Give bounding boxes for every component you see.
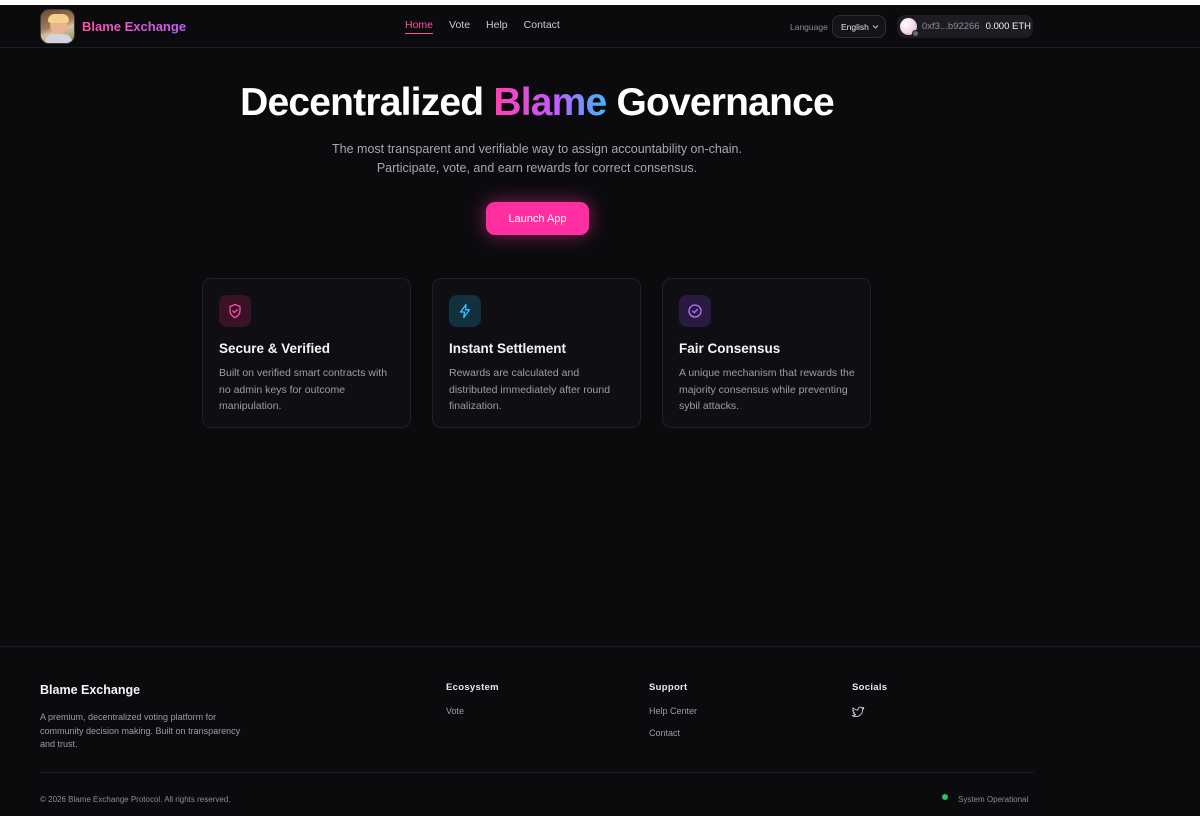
brand-name: Blame Exchange [82, 18, 187, 34]
hero-title-highlight: Blame [493, 81, 607, 124]
language-label: Language [790, 22, 828, 32]
page: Blame Exchange Home Vote Help Contact La… [0, 5, 1200, 816]
wallet-button[interactable]: 0xf3...b92266 0.000 ETH [897, 15, 1033, 38]
brand-logo-link[interactable]: Blame Exchange [40, 8, 186, 44]
nav-link-contact[interactable]: Contact [524, 19, 560, 34]
shield-check-icon [219, 295, 251, 327]
feature-title: Secure & Verified [219, 341, 331, 356]
feature-description: Rewards are calculated and distributed i… [449, 367, 611, 412]
language-select[interactable]: English [832, 15, 886, 38]
hero-title-part: Decentralized [240, 81, 494, 124]
footer-divider [40, 772, 1034, 773]
twitter-icon[interactable] [851, 705, 865, 719]
wallet-address: 0xf3...b92266 [922, 21, 980, 32]
feature-title: Instant Settlement [449, 341, 567, 356]
brand-logo-image [40, 8, 75, 44]
language-selected-value: English [841, 21, 869, 32]
feature-card-consensus: Fair Consensus A unique mechanism that r… [662, 278, 871, 428]
footer-brand: Blame Exchange [40, 683, 141, 697]
footer-heading-socials: Socials [852, 682, 888, 693]
footer-description: A premium, decentralized voting platform… [40, 712, 241, 749]
check-circle-icon [679, 295, 711, 327]
hero-subtitle-line: The most transparent and verifiable way … [332, 142, 742, 156]
footer: Blame Exchange A premium, decentralized … [0, 646, 1200, 816]
footer-heading-ecosystem: Ecosystem [446, 682, 499, 693]
footer-link-help-center[interactable]: Help Center [649, 706, 697, 716]
wallet-avatar-icon [900, 18, 919, 37]
feature-card-settlement: Instant Settlement Rewards are calculate… [432, 278, 641, 428]
system-status-text: System Operational [958, 795, 1029, 804]
launch-app-button[interactable]: Launch App [486, 202, 589, 235]
footer-link-vote[interactable]: Vote [446, 706, 464, 716]
nav-link-home[interactable]: Home [405, 19, 434, 34]
feature-description: A unique mechanism that rewards the majo… [679, 367, 855, 412]
feature-description: Built on verified smart contracts with n… [219, 367, 388, 412]
chevron-down-icon [872, 21, 879, 35]
hero-title: Decentralized Blame Governance [0, 81, 1074, 125]
lightning-icon [449, 295, 481, 327]
footer-link-contact[interactable]: Contact [649, 728, 680, 738]
top-nav-bar: Blame Exchange Home Vote Help Contact La… [0, 5, 1200, 48]
feature-card-secure: Secure & Verified Built on verified smar… [202, 278, 411, 428]
hero-subtitle-line: Participate, vote, and earn rewards for … [376, 161, 698, 175]
nav-link-vote[interactable]: Vote [449, 19, 470, 34]
hero-subtitle: The most transparent and verifiable way … [0, 140, 1074, 178]
nav-link-help[interactable]: Help [486, 19, 508, 34]
main-nav: Home Vote Help Contact [405, 19, 576, 34]
hero-title-part: Governance [606, 81, 834, 124]
status-indicator-icon [942, 794, 948, 800]
wallet-balance: 0.000 ETH [985, 21, 1031, 32]
copyright-text: © 2026 Blame Exchange Protocol. All righ… [40, 795, 231, 804]
feature-title: Fair Consensus [679, 341, 781, 356]
footer-heading-support: Support [649, 682, 688, 693]
